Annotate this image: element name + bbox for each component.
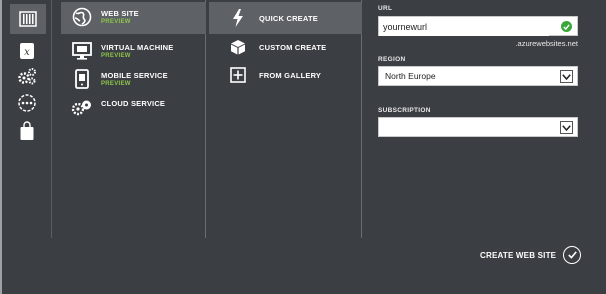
category-app-services[interactable]	[12, 63, 42, 89]
subscription-label: SUBSCRIPTION	[378, 107, 431, 114]
category-column: x	[4, 0, 52, 238]
service-column: WEB SITE PREVIEW VIRTUAL MACHINE PREVIEW	[53, 0, 206, 238]
preview-badge: PREVIEW	[101, 53, 131, 59]
service-label: WEB SITE	[101, 9, 139, 18]
preview-badge: PREVIEW	[101, 19, 131, 25]
option-from-gallery[interactable]: FROM GALLERY	[209, 60, 362, 90]
service-mobile-service[interactable]: MOBILE SERVICE PREVIEW	[61, 64, 206, 94]
category-compute[interactable]	[10, 4, 46, 34]
region-label: REGION	[378, 56, 406, 63]
new-service-dialog: x WEB SITE PREVIEW VIRTUAL MACHINE PREVI…	[0, 0, 606, 294]
create-label: CREATE WEB SITE	[480, 250, 557, 260]
network-services-icon	[18, 94, 36, 112]
svg-text:x: x	[24, 47, 30, 58]
checkmark-icon	[563, 246, 582, 264]
mobile-service-icon	[75, 69, 89, 89]
category-data-services[interactable]: x	[12, 38, 42, 64]
preview-badge: PREVIEW	[101, 81, 131, 87]
option-label: CUSTOM CREATE	[259, 42, 327, 52]
virtual-machine-icon	[72, 42, 92, 60]
option-custom-create[interactable]: CUSTOM CREATE	[209, 32, 362, 62]
chevron-down-icon[interactable]	[560, 121, 573, 134]
service-web-site[interactable]: WEB SITE PREVIEW	[61, 2, 206, 34]
url-label: URL	[378, 5, 393, 12]
option-label: QUICK CREATE	[259, 13, 318, 23]
store-icon	[20, 121, 34, 140]
category-network-services[interactable]	[12, 90, 42, 116]
create-option-column: QUICK CREATE CUSTOM CREATE FROM GALLERY	[207, 0, 362, 238]
app-services-icon	[18, 68, 36, 85]
data-services-icon: x	[20, 43, 34, 59]
url-input[interactable]	[379, 18, 549, 36]
compute-icon	[19, 11, 37, 27]
cube-icon	[231, 40, 245, 55]
service-cloud-service[interactable]: CLOUD SERVICE	[61, 92, 206, 122]
gallery-icon	[230, 67, 246, 83]
option-quick-create[interactable]: QUICK CREATE	[209, 2, 362, 34]
cloud-service-icon	[71, 100, 91, 116]
chevron-down-icon[interactable]	[560, 70, 573, 83]
subscription-select[interactable]	[378, 117, 578, 137]
service-label: CLOUD SERVICE	[101, 99, 166, 108]
service-label: MOBILE SERVICE	[101, 71, 168, 80]
service-virtual-machine[interactable]: VIRTUAL MACHINE PREVIEW	[61, 36, 206, 66]
option-label: FROM GALLERY	[259, 70, 322, 80]
url-field[interactable]	[378, 16, 578, 36]
category-store[interactable]	[12, 118, 42, 144]
region-value: North Europe	[385, 71, 436, 81]
service-label: VIRTUAL MACHINE	[101, 43, 174, 52]
valid-check-icon	[561, 21, 572, 32]
url-suffix: .azurewebsites.net	[515, 39, 578, 48]
create-web-site-button[interactable]: CREATE WEB SITE	[480, 244, 582, 266]
region-select[interactable]: North Europe	[378, 66, 578, 86]
lightning-icon	[233, 9, 243, 27]
web-site-icon	[72, 7, 92, 27]
